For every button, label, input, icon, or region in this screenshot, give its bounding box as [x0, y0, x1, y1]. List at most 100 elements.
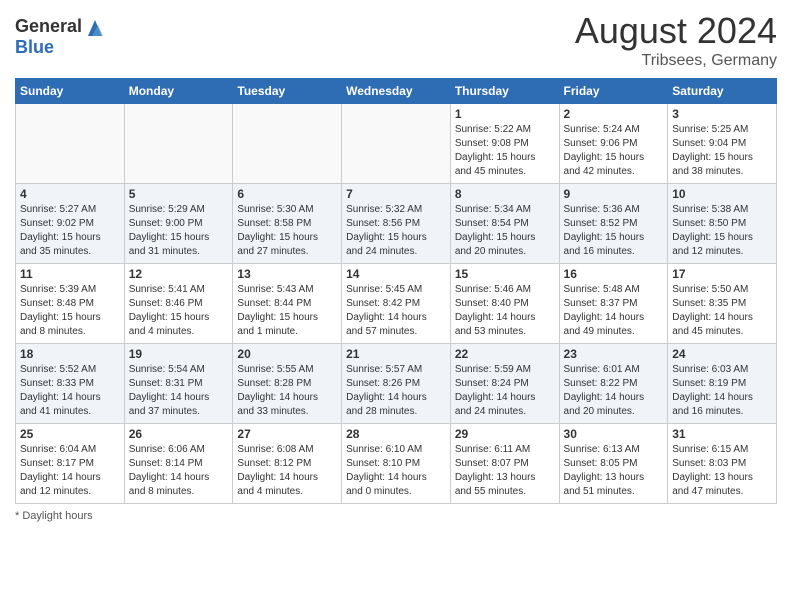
day-number: 23: [564, 347, 664, 361]
calendar-cell: 10Sunrise: 5:38 AMSunset: 8:50 PMDayligh…: [668, 184, 777, 264]
day-info: Sunrise: 5:43 AMSunset: 8:44 PMDaylight:…: [237, 283, 337, 339]
day-info: Sunrise: 5:55 AMSunset: 8:28 PMDaylight:…: [237, 363, 337, 419]
logo-general: General: [15, 17, 82, 37]
month-year-title: August 2024: [575, 10, 777, 52]
calendar-cell: 15 Sunrise: 5:46 AMSunset: 8:40 PMDayligh…: [450, 264, 559, 344]
day-info: Sunrise: 6:10 AMSunset: 8:10 PMDaylight:…: [346, 443, 446, 499]
calendar-cell: 5Sunrise: 5:29 AMSunset: 9:00 PMDaylight…: [124, 184, 233, 264]
calendar-cell: 27Sunrise: 6:08 AMSunset: 8:12 PMDayligh…: [233, 424, 342, 504]
page-header: General Blue August 2024 Tribsees, Germa…: [15, 10, 777, 70]
day-number: 9: [564, 187, 664, 201]
col-header-saturday: Saturday: [668, 79, 777, 104]
footer-note: * Daylight hours: [15, 510, 777, 522]
day-info: Sunrise: 5:38 AMSunset: 8:50 PMDaylight:…: [672, 203, 772, 259]
day-number: 25: [20, 427, 120, 441]
day-info: Sunrise: 5:50 AMSunset: 8:35 PMDaylight:…: [672, 283, 772, 339]
calendar-cell: [233, 104, 342, 184]
col-header-tuesday: Tuesday: [233, 79, 342, 104]
day-info: Sunrise: 6:01 AMSunset: 8:22 PMDaylight:…: [564, 363, 664, 419]
calendar-cell: 22 Sunrise: 5:59 AMSunset: 8:24 PMDayligh…: [450, 344, 559, 424]
day-number: 26: [129, 427, 229, 441]
logo-blue: Blue: [15, 38, 106, 58]
calendar-cell: 14 Sunrise: 5:45 AMSunset: 8:42 PMDayligh…: [342, 264, 451, 344]
day-info: Sunrise: 6:15 AMSunset: 8:03 PMDaylight:…: [672, 443, 772, 499]
day-number: 13: [237, 267, 337, 281]
col-header-thursday: Thursday: [450, 79, 559, 104]
day-number: 15: [455, 267, 555, 281]
day-info: Sunrise: 5:54 AMSunset: 8:31 PMDaylight:…: [129, 363, 229, 419]
day-info: Sunrise: 5:57 AMSunset: 8:26 PMDaylight:…: [346, 363, 446, 419]
day-info: Sunrise: 5:25 AMSunset: 9:04 PMDaylight:…: [672, 123, 772, 179]
logo-icon: [84, 16, 106, 38]
calendar-cell: 9 Sunrise: 5:36 AMSunset: 8:52 PMDaylight…: [559, 184, 668, 264]
day-info: Sunrise: 5:46 AMSunset: 8:40 PMDaylight:…: [455, 283, 555, 339]
day-number: 3: [672, 107, 772, 121]
day-info: Sunrise: 5:48 AMSunset: 8:37 PMDaylight:…: [564, 283, 664, 339]
day-number: 22: [455, 347, 555, 361]
calendar-cell: 21Sunrise: 5:57 AMSunset: 8:26 PMDayligh…: [342, 344, 451, 424]
day-number: 29: [455, 427, 555, 441]
day-number: 6: [237, 187, 337, 201]
day-info: Sunrise: 5:39 AMSunset: 8:48 PMDaylight:…: [20, 283, 120, 339]
day-number: 11: [20, 267, 120, 281]
day-info: Sunrise: 5:24 AMSunset: 9:06 PMDaylight:…: [564, 123, 664, 179]
day-info: Sunrise: 6:06 AMSunset: 8:14 PMDaylight:…: [129, 443, 229, 499]
day-number: 16: [564, 267, 664, 281]
week-row-4: 18Sunrise: 5:52 AMSunset: 8:33 PMDayligh…: [16, 344, 777, 424]
day-info: Sunrise: 5:34 AMSunset: 8:54 PMDaylight:…: [455, 203, 555, 259]
day-info: Sunrise: 5:59 AMSunset: 8:24 PMDaylight:…: [455, 363, 555, 419]
calendar-cell: 3 Sunrise: 5:25 AMSunset: 9:04 PMDaylight…: [668, 104, 777, 184]
day-number: 30: [564, 427, 664, 441]
calendar-cell: 25 Sunrise: 6:04 AMSunset: 8:17 PMDayligh…: [16, 424, 125, 504]
day-info: Sunrise: 6:13 AMSunset: 8:05 PMDaylight:…: [564, 443, 664, 499]
day-number: 14: [346, 267, 446, 281]
day-number: 17: [672, 267, 772, 281]
calendar-cell: 30 Sunrise: 6:13 AMSunset: 8:05 PMDayligh…: [559, 424, 668, 504]
day-info: Sunrise: 6:11 AMSunset: 8:07 PMDaylight:…: [455, 443, 555, 499]
calendar-cell: 19 Sunrise: 5:54 AMSunset: 8:31 PMDayligh…: [124, 344, 233, 424]
day-number: 31: [672, 427, 772, 441]
calendar-cell: 11 Sunrise: 5:39 AMSunset: 8:48 PMDayligh…: [16, 264, 125, 344]
calendar-cell: 29 Sunrise: 6:11 AMSunset: 8:07 PMDayligh…: [450, 424, 559, 504]
calendar-cell: 23 Sunrise: 6:01 AMSunset: 8:22 PMDayligh…: [559, 344, 668, 424]
calendar-cell: 12Sunrise: 5:41 AMSunset: 8:46 PMDayligh…: [124, 264, 233, 344]
calendar-cell: 4Sunrise: 5:27 AMSunset: 9:02 PMDaylight…: [16, 184, 125, 264]
day-number: 4: [20, 187, 120, 201]
title-area: August 2024 Tribsees, Germany: [575, 10, 777, 70]
day-info: Sunrise: 5:45 AMSunset: 8:42 PMDaylight:…: [346, 283, 446, 339]
calendar-cell: 2Sunrise: 5:24 AMSunset: 9:06 PMDaylight…: [559, 104, 668, 184]
day-info: Sunrise: 5:22 AMSunset: 9:08 PMDaylight:…: [455, 123, 555, 179]
day-info: Sunrise: 5:29 AMSunset: 9:00 PMDaylight:…: [129, 203, 229, 259]
day-number: 8: [455, 187, 555, 201]
day-info: Sunrise: 5:36 AMSunset: 8:52 PMDaylight:…: [564, 203, 664, 259]
day-info: Sunrise: 6:03 AMSunset: 8:19 PMDaylight:…: [672, 363, 772, 419]
col-header-wednesday: Wednesday: [342, 79, 451, 104]
day-info: Sunrise: 5:41 AMSunset: 8:46 PMDaylight:…: [129, 283, 229, 339]
calendar-cell: 20 Sunrise: 5:55 AMSunset: 8:28 PMDayligh…: [233, 344, 342, 424]
day-info: Sunrise: 5:30 AMSunset: 8:58 PMDaylight:…: [237, 203, 337, 259]
day-info: Sunrise: 6:08 AMSunset: 8:12 PMDaylight:…: [237, 443, 337, 499]
col-header-friday: Friday: [559, 79, 668, 104]
day-number: 20: [237, 347, 337, 361]
calendar-cell: 17 Sunrise: 5:50 AMSunset: 8:35 PMDayligh…: [668, 264, 777, 344]
header-row: SundayMondayTuesdayWednesdayThursdayFrid…: [16, 79, 777, 104]
day-number: 19: [129, 347, 229, 361]
day-info: Sunrise: 5:32 AMSunset: 8:56 PMDaylight:…: [346, 203, 446, 259]
calendar-cell: 26 Sunrise: 6:06 AMSunset: 8:14 PMDayligh…: [124, 424, 233, 504]
footer-note-text: Daylight hours: [22, 510, 92, 522]
day-info: Sunrise: 6:04 AMSunset: 8:17 PMDaylight:…: [20, 443, 120, 499]
location-subtitle: Tribsees, Germany: [575, 52, 777, 70]
week-row-1: 1 Sunrise: 5:22 AMSunset: 9:08 PMDaylight…: [16, 104, 777, 184]
day-number: 24: [672, 347, 772, 361]
calendar-cell: 6 Sunrise: 5:30 AMSunset: 8:58 PMDaylight…: [233, 184, 342, 264]
calendar-cell: 1 Sunrise: 5:22 AMSunset: 9:08 PMDaylight…: [450, 104, 559, 184]
calendar-cell: 16 Sunrise: 5:48 AMSunset: 8:37 PMDayligh…: [559, 264, 668, 344]
calendar-cell: [16, 104, 125, 184]
calendar-cell: [342, 104, 451, 184]
day-number: 1: [455, 107, 555, 121]
week-row-5: 25 Sunrise: 6:04 AMSunset: 8:17 PMDayligh…: [16, 424, 777, 504]
calendar-cell: 8 Sunrise: 5:34 AMSunset: 8:54 PMDaylight…: [450, 184, 559, 264]
calendar-cell: [124, 104, 233, 184]
calendar-cell: 7Sunrise: 5:32 AMSunset: 8:56 PMDaylight…: [342, 184, 451, 264]
calendar-cell: 18Sunrise: 5:52 AMSunset: 8:33 PMDayligh…: [16, 344, 125, 424]
